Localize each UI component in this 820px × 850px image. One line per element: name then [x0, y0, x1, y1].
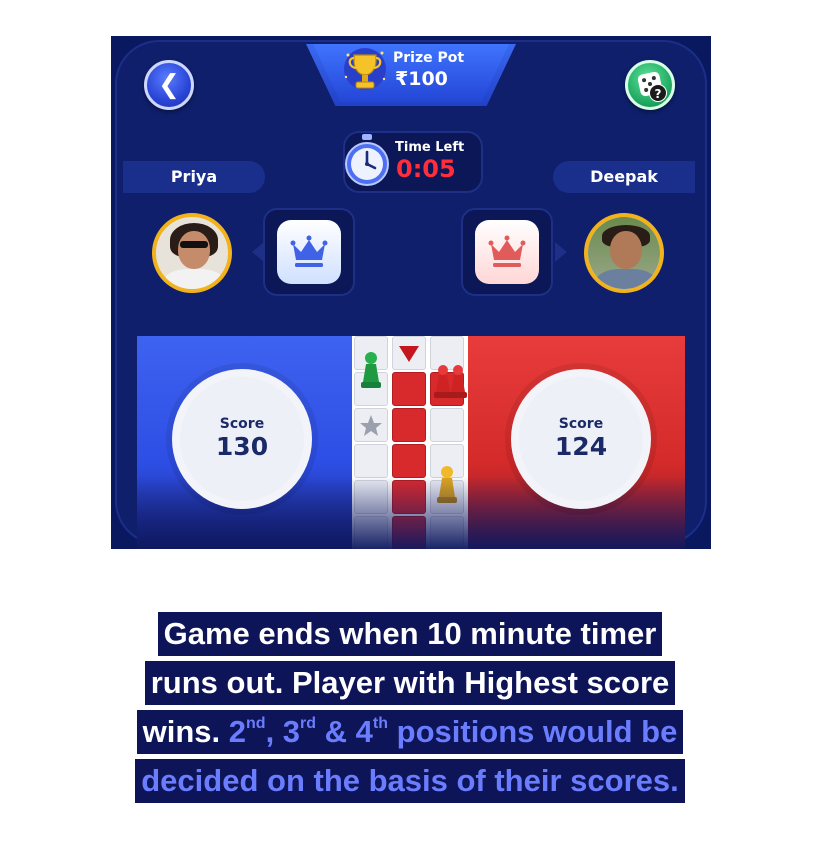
question-mark-icon: ?	[649, 84, 667, 102]
score-label-right: Score	[558, 416, 604, 432]
arrow-down-icon	[399, 346, 419, 362]
board-cell-red	[392, 372, 426, 406]
board-cell	[430, 408, 464, 442]
board-cell	[354, 444, 388, 478]
dice-help-button[interactable]: ?	[625, 60, 675, 110]
board-cell-red	[392, 408, 426, 442]
caption-line-1: Game ends when 10 minute timer	[157, 612, 663, 656]
star-icon	[360, 415, 382, 436]
red-pawn-pair[interactable]	[431, 362, 471, 402]
caption-wins: wins.	[142, 714, 221, 749]
ludo-board: Score 130 Score 124	[137, 336, 685, 549]
player-name-left: Priya	[123, 161, 265, 193]
crown-icon	[290, 235, 328, 267]
trophy-icon	[344, 48, 386, 90]
back-button[interactable]: ❮	[144, 60, 194, 110]
board-cell-red	[392, 444, 426, 478]
time-left-label: Time Left	[395, 140, 465, 155]
time-left-value: 0:05	[396, 155, 456, 183]
game-screen: ❮ ? Prize Pot ₹100 Time Left 0:05 Priya …	[111, 36, 711, 549]
score-value-left: 130	[215, 432, 269, 461]
caption-line-2: runs out. Player with Highest score	[144, 661, 676, 705]
score-value-right: 124	[554, 432, 608, 461]
crown-tile-left	[277, 220, 341, 284]
chevron-left-icon: ❮	[158, 70, 180, 100]
pointer-right	[555, 242, 567, 262]
prize-pot-label: Prize Pot	[393, 50, 465, 66]
green-pawn[interactable]	[358, 350, 384, 390]
player-name-right: Deepak	[553, 161, 695, 193]
avatar-left[interactable]	[152, 213, 232, 293]
caption-line-4: decided on the basis of their scores.	[135, 759, 685, 803]
prize-pot-amount: ₹100	[395, 68, 448, 90]
crown-icon	[488, 235, 526, 267]
rules-caption: Game ends when 10 minute timer runs out.…	[0, 612, 820, 808]
caption-positions: 2nd, 3rd & 4th positions would be	[228, 714, 678, 749]
stopwatch-icon	[345, 134, 389, 186]
avatar-right[interactable]	[584, 213, 664, 293]
caption-line-3: wins. 2nd, 3rd & 4th positions would be	[136, 710, 684, 754]
crown-tile-right	[475, 220, 539, 284]
score-label-left: Score	[219, 416, 265, 432]
